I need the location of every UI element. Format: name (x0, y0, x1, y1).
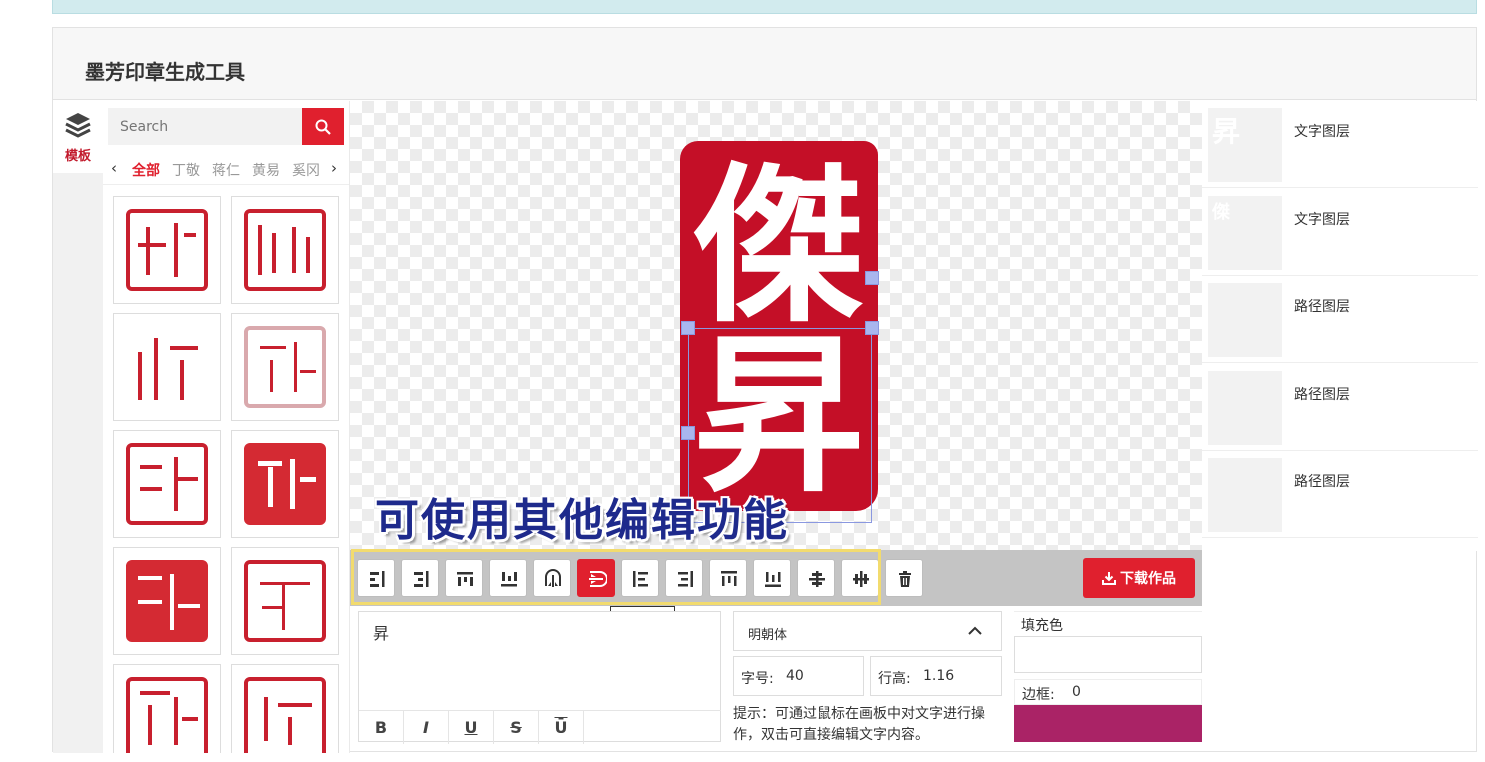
layer-label: 路径图层 (1294, 299, 1350, 315)
font-family-select[interactable]: 明朝体 (733, 611, 1002, 651)
template-thumbnail[interactable] (113, 196, 221, 304)
resize-handle[interactable] (681, 321, 695, 335)
category-tabs: ‹ 全部 丁敬 蒋仁 黄易 奚冈 › (103, 153, 349, 185)
layer-preview (1208, 283, 1282, 357)
border-value[interactable]: 0 (1072, 684, 1081, 700)
chevron-up-icon (968, 626, 982, 635)
trash-icon (899, 571, 911, 587)
color-swatch[interactable] (1014, 705, 1202, 742)
tab-category-4[interactable]: 奚冈 (292, 160, 320, 180)
template-thumbnail[interactable] (231, 664, 339, 753)
layer-item[interactable]: 路径图层 (1202, 364, 1478, 451)
download-icon (1102, 572, 1116, 585)
layer-item[interactable]: 昇 文字图层 (1202, 101, 1478, 188)
template-thumbnail[interactable] (113, 547, 221, 655)
underline-button[interactable]: U (449, 711, 494, 744)
resize-handle[interactable] (865, 321, 879, 335)
tab-category-1[interactable]: 丁敬 (172, 160, 200, 180)
template-thumbnail[interactable] (231, 430, 339, 538)
layer-item[interactable]: 傑 文字图层 (1202, 189, 1478, 276)
layers-icon (65, 113, 91, 138)
category-prev-button[interactable]: ‹ (111, 159, 117, 177)
template-thumbnail[interactable] (113, 664, 221, 753)
fill-color-label: 填充色 (1014, 611, 1202, 636)
rail-tab-templates[interactable]: 模板 (53, 101, 103, 173)
overlay-caption: 可使用其他编辑功能 (375, 495, 789, 546)
overline-button[interactable]: Ū (539, 711, 584, 744)
resize-handle[interactable] (681, 426, 695, 440)
rotate-handle[interactable] (865, 271, 879, 285)
strikethrough-button[interactable]: S (494, 711, 539, 744)
italic-button[interactable]: I (404, 711, 449, 744)
download-button[interactable]: 下载作品 (1083, 558, 1195, 598)
template-thumbnail[interactable] (231, 196, 339, 304)
layer-preview: 昇 (1208, 108, 1282, 182)
layer-label: 文字图层 (1294, 124, 1350, 140)
toolbar-highlight (351, 549, 881, 605)
layer-label: 文字图层 (1294, 212, 1350, 228)
layer-preview (1208, 458, 1282, 532)
download-label: 下载作品 (1120, 571, 1176, 587)
line-height-value[interactable]: 1.16 (923, 668, 954, 684)
header: 墨芳印章生成工具 (53, 28, 1476, 100)
template-thumbnail[interactable] (113, 430, 221, 538)
font-size-field[interactable]: 字号: 40 (733, 656, 864, 696)
fill-color-picker[interactable] (1014, 636, 1202, 673)
category-next-button[interactable]: › (331, 159, 337, 177)
layer-label: 路径图层 (1294, 387, 1350, 403)
template-thumbnail[interactable] (113, 313, 221, 421)
search-button[interactable] (302, 108, 344, 145)
line-height-field[interactable]: 行高: 1.16 (870, 656, 1002, 696)
font-size-value[interactable]: 40 (786, 668, 804, 684)
hint-text: 提示：可通过鼠标在画板中对文字进行操作，双击可直接编辑文字内容。 (733, 706, 985, 743)
app-frame: 墨芳印章生成工具 模板 ‹ 全部 丁敬 蒋仁 (52, 27, 1478, 753)
stamp-glyph-top[interactable]: 傑 (680, 161, 878, 331)
search-bar (108, 108, 344, 145)
tab-category-2[interactable]: 蒋仁 (212, 160, 240, 180)
layer-preview: 傑 (1208, 196, 1282, 270)
left-rail: 模板 (53, 101, 103, 753)
layer-item[interactable]: 路径图层 (1202, 451, 1478, 538)
format-bar: B I U S Ū (359, 710, 721, 744)
layer-label: 路径图层 (1294, 474, 1350, 490)
tab-category-all[interactable]: 全部 (132, 160, 160, 180)
template-panel: ‹ 全部 丁敬 蒋仁 黄易 奚冈 › (103, 101, 350, 753)
template-thumbnail[interactable] (231, 547, 339, 655)
font-size-label: 字号: (741, 671, 774, 687)
line-height-label: 行高: (878, 671, 911, 687)
template-thumbnail[interactable] (231, 313, 339, 421)
border-label: 边框: (1022, 687, 1055, 703)
bold-button[interactable]: B (359, 711, 404, 744)
search-input[interactable] (108, 108, 302, 145)
border-field[interactable]: 边框: 0 (1014, 679, 1202, 705)
font-family-value: 明朝体 (748, 628, 788, 643)
text-editor[interactable]: 昇 B I U S Ū (358, 611, 721, 744)
tab-category-3[interactable]: 黄易 (252, 160, 280, 180)
rail-tab-label: 模板 (64, 149, 91, 164)
search-icon (315, 119, 331, 135)
layer-item[interactable]: 路径图层 (1202, 276, 1478, 363)
editor-text[interactable]: 昇 (373, 620, 389, 644)
layer-preview (1208, 371, 1282, 445)
page-title: 墨芳印章生成工具 (85, 60, 245, 84)
top-banner (52, 0, 1477, 14)
delete-button[interactable] (885, 559, 923, 597)
layer-list: 昇 文字图层 傑 文字图层 路径图层 路径图层 路径图层 (1202, 101, 1478, 551)
